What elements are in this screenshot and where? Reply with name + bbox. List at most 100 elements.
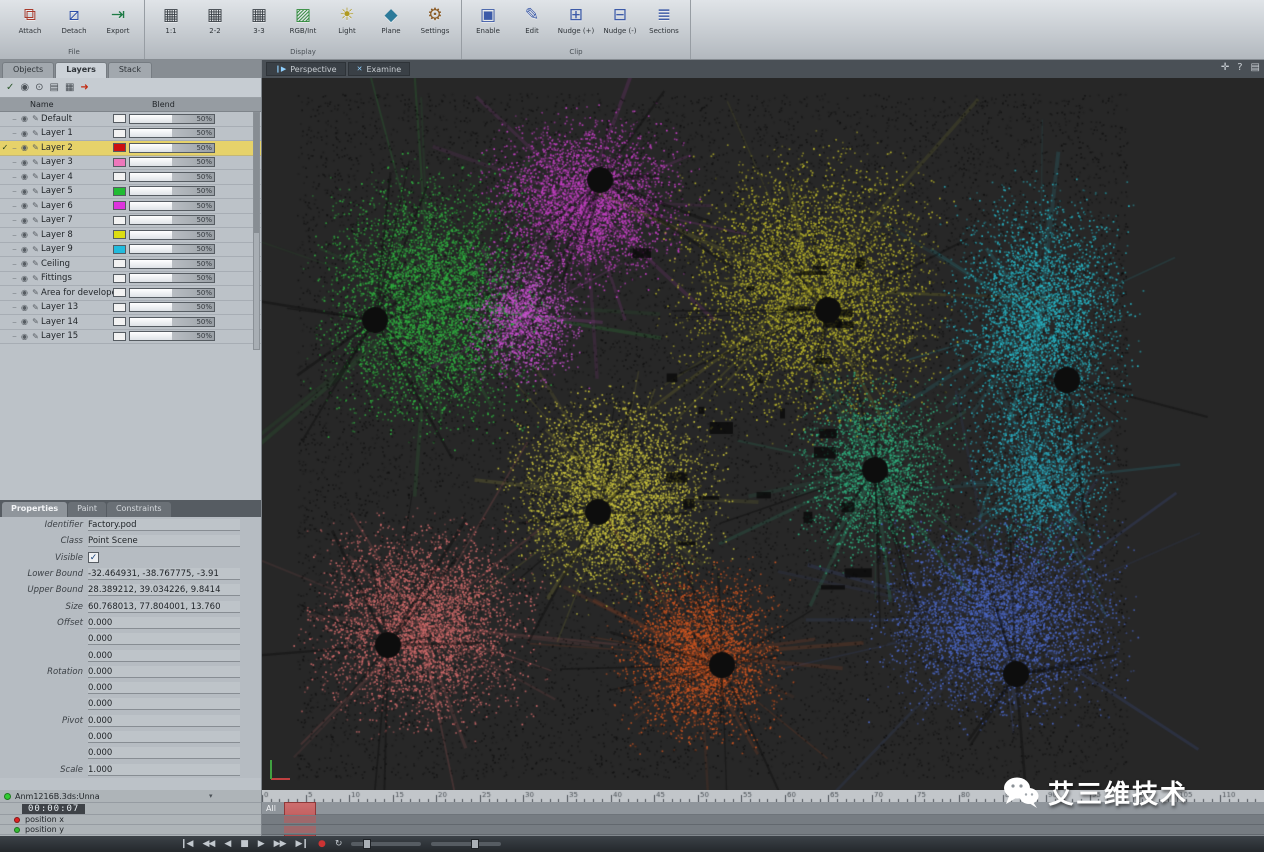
property-value[interactable]: -32.464931, -38.767775, -3.91 (88, 568, 240, 581)
grid-view-icon[interactable]: ▦ (65, 82, 74, 93)
layer-visibility-icon[interactable]: ◉ (19, 274, 30, 283)
go-start-button[interactable]: ❙◀ (180, 837, 194, 851)
select-all-icon[interactable]: ✓ (6, 82, 14, 93)
three-three-button[interactable]: ▦ 3-3 (238, 3, 280, 35)
layer-edit-icon[interactable]: ✎ (30, 317, 41, 326)
pan-icon[interactable]: ✛ (1221, 62, 1229, 73)
layer-edit-icon[interactable]: ✎ (30, 172, 41, 181)
settings-button[interactable]: ⚙ Settings (414, 3, 456, 35)
layer-blend-slider[interactable]: 50% (129, 215, 215, 226)
two-two-button[interactable]: ▦ 2-2 (194, 3, 236, 35)
nudge-minus-button[interactable]: ⊟ Nudge (-) (599, 3, 641, 35)
layer-color-swatch[interactable] (113, 128, 126, 138)
scrollbar-thumb[interactable] (254, 113, 259, 233)
layer-blend-slider[interactable]: 50% (129, 200, 215, 211)
rgb-int-button[interactable]: ▨ RGB/Int (282, 3, 324, 35)
property-value[interactable]: 60.768013, 77.804001, 13.760 (88, 600, 240, 613)
layer-edit-icon[interactable]: ✎ (30, 245, 41, 254)
layer-row[interactable]: ✓ ‒ ◉ ✎ Layer 2 50% (0, 141, 261, 156)
one-to-one-button[interactable]: ▦ 1:1 (150, 3, 192, 35)
layer-blend-slider[interactable]: 50% (129, 244, 215, 255)
layer-color-swatch[interactable] (113, 143, 126, 153)
layer-blend-slider[interactable]: 50% (129, 302, 215, 313)
layer-edit-icon[interactable]: ✎ (30, 114, 41, 123)
layer-edit-icon[interactable]: ✎ (30, 259, 41, 268)
property-value[interactable]: 0.000 (88, 698, 240, 711)
layer-blend-slider[interactable]: 50% (129, 171, 215, 182)
property-value[interactable]: 0.000 (88, 714, 240, 727)
transport-slider[interactable] (351, 839, 422, 849)
layer-row[interactable]: ‒ ◉ ✎ Layer 4 50% (0, 170, 261, 185)
visible-checkbox[interactable]: ✓ (88, 552, 99, 564)
layer-color-swatch[interactable] (113, 172, 126, 182)
layer-edit-icon[interactable]: ✎ (30, 288, 41, 297)
viewport-tab-examine[interactable]: ✕ Examine (347, 62, 411, 76)
layer-color-swatch[interactable] (113, 244, 126, 254)
layer-blend-slider[interactable]: 50% (129, 331, 215, 342)
layer-blend-slider[interactable]: 50% (129, 258, 215, 269)
layer-row[interactable]: ‒ ◉ ✎ Area for developer 50% (0, 286, 261, 301)
layer-row[interactable]: ‒ ◉ ✎ Layer 8 50% (0, 228, 261, 243)
layer-color-swatch[interactable] (113, 331, 126, 341)
layer-row[interactable]: ‒ ◉ ✎ Ceiling 50% (0, 257, 261, 272)
property-value[interactable]: 0.000 (88, 649, 240, 662)
layer-color-swatch[interactable] (113, 157, 126, 167)
property-value[interactable]: 0.000 (88, 665, 240, 678)
track-row-position-y[interactable] (262, 825, 1264, 835)
layer-visibility-icon[interactable]: ◉ (19, 187, 30, 196)
layer-visibility-icon[interactable]: ◉ (19, 245, 30, 254)
layer-visibility-icon[interactable]: ◉ (19, 172, 30, 181)
layer-color-swatch[interactable] (113, 302, 126, 312)
clip-dropdown-icon[interactable]: ▾ (209, 792, 213, 800)
layer-visibility-icon[interactable]: ◉ (19, 114, 30, 123)
layer-edit-icon[interactable]: ✎ (30, 129, 41, 138)
layer-color-swatch[interactable] (113, 201, 126, 211)
tab-layers[interactable]: Layers (55, 62, 107, 78)
layer-visibility-icon[interactable]: ◉ (19, 230, 30, 239)
prev-key-button[interactable]: ◀◀ (202, 837, 215, 851)
list-view-icon[interactable]: ▤ (50, 82, 59, 93)
layer-row[interactable]: ‒ ◉ ✎ Default 50% (0, 112, 261, 127)
property-value[interactable]: 28.389212, 39.034226, 9.8414 (88, 584, 240, 597)
track-row-position-x[interactable] (262, 815, 1264, 825)
detach-button[interactable]: ⧄ Detach (53, 3, 95, 35)
layer-blend-slider[interactable]: 50% (129, 316, 215, 327)
track-label-row[interactable]: position y (0, 825, 261, 835)
tab-objects[interactable]: Objects (2, 62, 55, 78)
layer-list-scrollbar[interactable] (253, 112, 260, 350)
layer-row[interactable]: ‒ ◉ ✎ Layer 6 50% (0, 199, 261, 214)
stop-button[interactable]: ■ (240, 837, 248, 851)
layer-edit-icon[interactable]: ✎ (30, 332, 41, 341)
layer-blend-slider[interactable]: 50% (129, 128, 215, 139)
tab-paint[interactable]: Paint (68, 502, 106, 517)
layer-edit-icon[interactable]: ✎ (30, 216, 41, 225)
layer-row[interactable]: ‒ ◉ ✎ Layer 15 50% (0, 330, 261, 344)
layer-edit-icon[interactable]: ✎ (30, 158, 41, 167)
export-button[interactable]: ⇥ Export (97, 3, 139, 35)
property-value[interactable]: Point Scene (88, 535, 240, 548)
slider-knob[interactable] (471, 839, 480, 849)
layer-blend-slider[interactable]: 50% (129, 157, 215, 168)
menu-icon[interactable]: ▤ (1251, 62, 1260, 73)
enable-button[interactable]: ▣ Enable (467, 3, 509, 35)
property-value[interactable]: 0.000 (88, 616, 240, 629)
layer-edit-icon[interactable]: ✎ (30, 303, 41, 312)
nudge-plus-button[interactable]: ⊞ Nudge (+) (555, 3, 597, 35)
step-forward-button[interactable]: ▶▶ (274, 837, 287, 851)
layer-row[interactable]: ‒ ◉ ✎ Layer 14 50% (0, 315, 261, 330)
layer-color-swatch[interactable] (113, 186, 126, 196)
light-button[interactable]: ☀ Light (326, 3, 368, 35)
layer-visibility-icon[interactable]: ◉ (19, 216, 30, 225)
layer-visibility-icon[interactable]: ◉ (19, 129, 30, 138)
attach-button[interactable]: ⧉ Attach (9, 3, 51, 35)
layer-visibility-icon[interactable]: ◉ (19, 332, 30, 341)
property-value[interactable]: 0.000 (88, 747, 240, 760)
visibility-icon[interactable]: ◉ (20, 82, 29, 93)
property-value[interactable]: 0.000 (88, 731, 240, 743)
point-cloud-canvas[interactable] (262, 78, 1264, 790)
layer-blend-slider[interactable]: 50% (129, 287, 215, 298)
help-icon[interactable]: ? (1237, 62, 1242, 73)
layer-visibility-icon[interactable]: ◉ (19, 158, 30, 167)
layer-visibility-icon[interactable]: ◉ (19, 143, 30, 152)
animation-clip-row[interactable]: Anm1216B.3ds:Unna ▾ (0, 790, 261, 803)
